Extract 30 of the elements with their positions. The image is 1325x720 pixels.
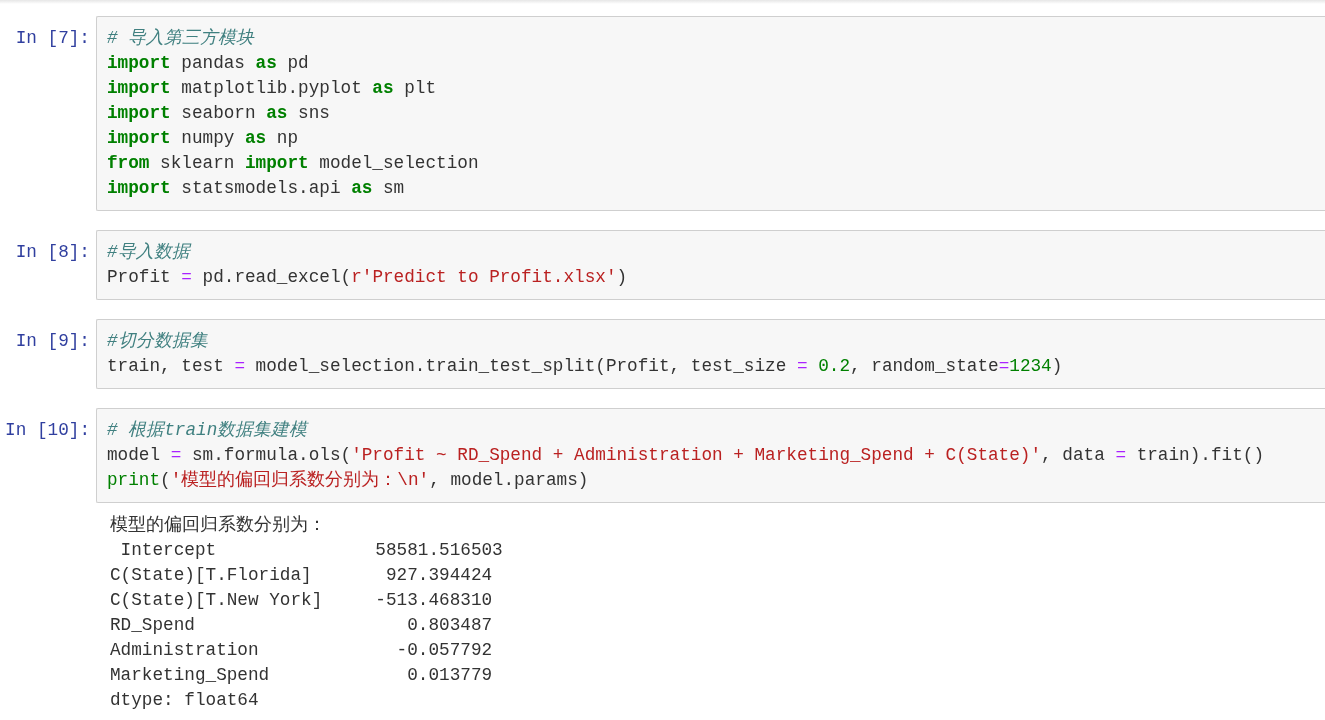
output-line: Administration -0.057792 bbox=[110, 639, 493, 662]
output-line: Intercept 58581.516503 bbox=[119, 539, 503, 562]
code-line: print('模型的偏回归系数分别为：\n', model.params) bbox=[107, 469, 589, 492]
code-line: model = sm.formula.ols('Profit ~ RD_Spend + Administration + Marketing_Spend + C(State)', data = train).fit() bbox=[107, 444, 1264, 467]
code-line: import pandas as pd bbox=[107, 52, 309, 75]
code-line: import matplotlib.pyplot as plt bbox=[107, 77, 437, 100]
input-prompt: In [10]: bbox=[4, 419, 91, 442]
code-line: import numpy as np bbox=[107, 127, 299, 150]
code-line: from sklearn import model_selection bbox=[107, 152, 479, 175]
output-line: dtype: float64 bbox=[110, 689, 259, 712]
code-cell[interactable]: #切分数据集 train, test = model_selection.train_test_split(Profit, test_size = 0.2, random_state=1234) bbox=[96, 319, 1325, 389]
code-line: #切分数据集 bbox=[107, 330, 208, 353]
code-line: #导入数据 bbox=[107, 241, 190, 264]
code-cell[interactable]: #导入数据 Profit = pd.read_excel(r'Predict to Profit.xlsx') bbox=[96, 230, 1325, 300]
input-prompt: In [7]: bbox=[14, 27, 91, 50]
code-line: import statsmodels.api as sm bbox=[107, 177, 405, 200]
code-line: import seaborn as sns bbox=[107, 102, 330, 125]
input-prompt: In [9]: bbox=[14, 330, 91, 353]
code-line: train, test = model_selection.train_test_split(Profit, test_size = 0.2, random_state=1234) bbox=[107, 355, 1063, 378]
output-line: Marketing_Spend 0.013779 bbox=[110, 664, 493, 687]
output-line: RD_Spend 0.803487 bbox=[110, 614, 493, 637]
code-cell[interactable]: # 导入第三方模块 import pandas as pd import matplotlib.pyplot as plt import seaborn as sns import numpy as np from sklearn import model_selection import statsmodels.api as sm bbox=[96, 16, 1325, 211]
code-line: # 导入第三方模块 bbox=[107, 27, 255, 50]
code-line: Profit = pd.read_excel(r'Predict to Profit.xlsx') bbox=[107, 266, 628, 289]
code-cell[interactable]: # 根据train数据集建模 model = sm.formula.ols('Profit ~ RD_Spend + Administration + Marketing_Spend + C(State)', data = train).fit() print('模型的偏回归系数分别为：\n', model.params) bbox=[96, 408, 1325, 503]
input-prompt: In [8]: bbox=[14, 241, 91, 264]
output-line: C(State)[T.Florida] 927.394424 bbox=[110, 564, 493, 587]
output-line: C(State)[T.New York] -513.468310 bbox=[110, 589, 493, 612]
code-line: # 根据train数据集建模 bbox=[107, 419, 308, 442]
output-line: 模型的偏回归系数分别为： bbox=[110, 514, 326, 537]
